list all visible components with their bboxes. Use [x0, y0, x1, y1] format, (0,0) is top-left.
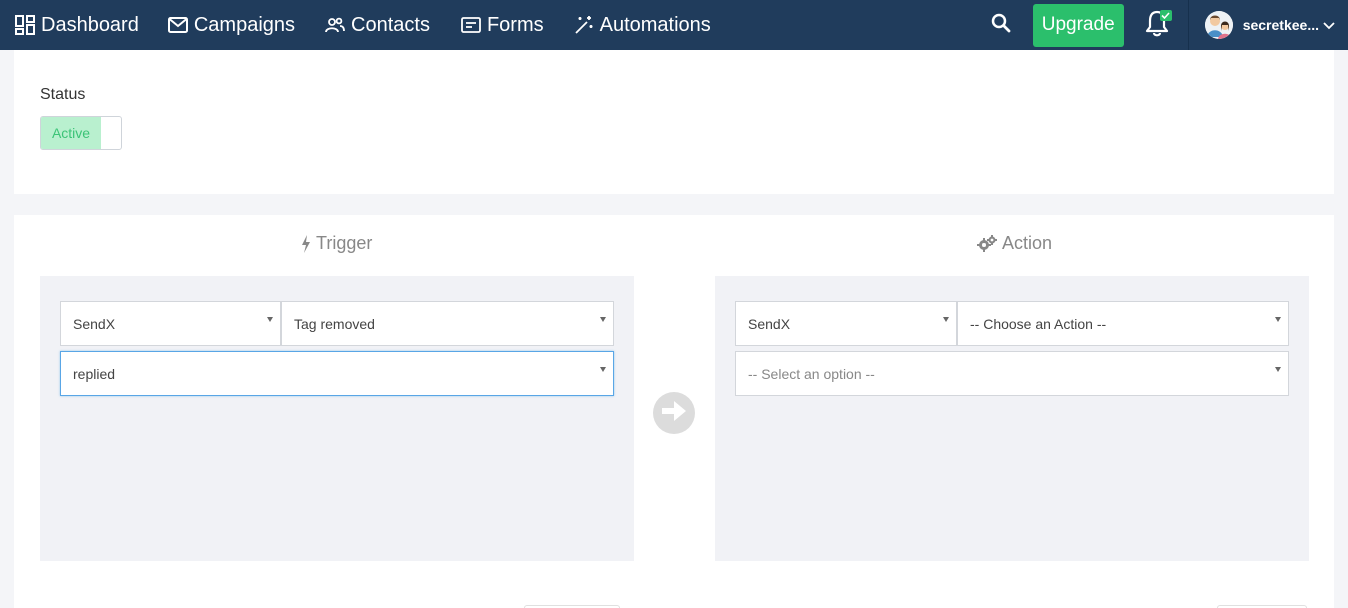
action-type-select-value: -- Choose an Action --: [970, 315, 1107, 332]
username-label: secretkee...: [1242, 17, 1319, 33]
nav-contacts-label: Contacts: [351, 13, 430, 36]
notifications-button[interactable]: [1140, 0, 1174, 50]
workflow-card: Trigger Action SendX Tag removed replied…: [14, 215, 1334, 608]
trigger-event-select-value: Tag removed: [294, 315, 375, 332]
users-icon: [325, 17, 345, 33]
trigger-title: Trigger: [301, 233, 372, 254]
nav-automations-label: Automations: [599, 13, 711, 36]
caret-down-icon: [1275, 367, 1281, 372]
trigger-option-select-value: replied: [73, 365, 116, 382]
grid-icon: [15, 15, 35, 35]
action-title-label: Action: [1002, 233, 1053, 253]
trigger-event-select[interactable]: Tag removed: [281, 301, 614, 346]
caret-down-icon: [600, 367, 606, 372]
caret-down-icon: [267, 317, 273, 322]
status-toggle-active-label: Active: [41, 117, 101, 149]
nav-campaigns[interactable]: Campaigns: [167, 0, 296, 50]
trigger-app-select-value: SendX: [73, 315, 116, 332]
caret-down-icon: [1275, 317, 1281, 322]
envelope-icon: [167, 17, 188, 33]
flow-arrow: [653, 392, 695, 434]
nav-campaigns-label: Campaigns: [193, 13, 296, 36]
upgrade-button[interactable]: Upgrade: [1032, 3, 1124, 47]
trigger-title-label: Trigger: [316, 233, 373, 253]
action-app-select[interactable]: SendX: [735, 301, 957, 346]
lightning-icon: [301, 234, 311, 253]
action-panel: SendX -- Choose an Action -- -- Select a…: [715, 276, 1309, 561]
form-icon: [461, 17, 481, 33]
arrow-right-icon: [660, 398, 688, 429]
nav-right-group: Upgrade secretkee...: [981, 0, 1348, 50]
avatar: [1204, 11, 1233, 39]
nav-contacts[interactable]: Contacts: [325, 0, 430, 50]
magic-wand-icon: [574, 15, 594, 35]
top-navbar: Dashboard Campaigns Contacts Forms Autom…: [0, 0, 1348, 50]
notification-check-icon: [1159, 10, 1172, 21]
chevron-down-icon: [1323, 17, 1335, 33]
nav-dashboard-label: Dashboard: [41, 13, 139, 36]
caret-down-icon: [600, 317, 606, 322]
action-app-select-value: SendX: [748, 315, 791, 332]
nav-automations[interactable]: Automations: [574, 0, 711, 50]
action-title: Action: [977, 233, 1052, 254]
trigger-panel: SendX Tag removed replied: [40, 276, 634, 561]
search-button[interactable]: [981, 0, 1021, 50]
action-option-select-value: -- Select an option --: [748, 365, 875, 382]
status-label: Status: [40, 86, 86, 103]
trigger-app-select[interactable]: SendX: [60, 301, 281, 346]
nav-forms-label: Forms: [486, 13, 544, 36]
action-type-select[interactable]: -- Choose an Action --: [957, 301, 1289, 346]
gears-icon: [977, 234, 997, 253]
status-card: Status Active: [14, 50, 1334, 194]
user-menu[interactable]: secretkee...: [1189, 0, 1348, 50]
caret-down-icon: [943, 317, 949, 322]
action-option-select[interactable]: -- Select an option --: [735, 351, 1289, 396]
nav-dashboard[interactable]: Dashboard: [15, 0, 139, 50]
search-icon: [991, 13, 1011, 38]
nav-forms[interactable]: Forms: [461, 0, 544, 50]
status-toggle[interactable]: Active: [40, 116, 122, 150]
trigger-option-select[interactable]: replied: [60, 351, 614, 396]
